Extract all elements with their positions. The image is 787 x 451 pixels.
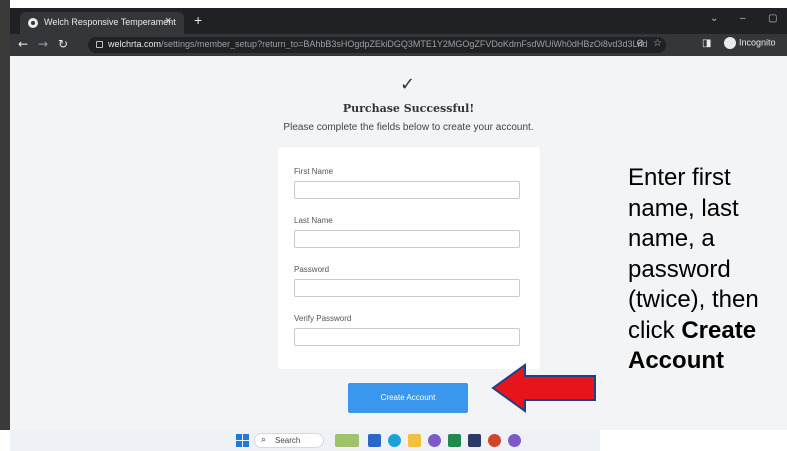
- word-icon[interactable]: [368, 434, 381, 447]
- url-path: /settings/member_setup?return_to=BAhbB3s…: [161, 39, 648, 49]
- incognito-icon: [724, 37, 736, 49]
- page-title: Purchase Successful!: [342, 102, 475, 115]
- bookmark-star-icon[interactable]: ☆: [653, 38, 662, 49]
- url-host: welchrta.com: [108, 39, 162, 49]
- tab-title: Welch Responsive Temperament: [44, 17, 176, 27]
- chrome-canary-icon[interactable]: [428, 434, 441, 447]
- password-label: Password: [294, 265, 330, 274]
- instruction-note: Enter first name, last name, a password …: [628, 163, 787, 377]
- verify-password-field[interactable]: [294, 328, 520, 346]
- red-arrow-icon: [491, 363, 596, 413]
- create-account-button[interactable]: Create Account: [348, 383, 468, 413]
- back-arrow-icon[interactable]: ←: [18, 37, 28, 51]
- pdf-reader-icon[interactable]: [468, 434, 481, 447]
- excel-icon[interactable]: [448, 434, 461, 447]
- password-field[interactable]: [294, 279, 520, 297]
- screenshot: Welch Responsive Temperament × + ⌄ – ▢ ←…: [0, 0, 787, 451]
- last-name-label: Last Name: [294, 216, 333, 225]
- tab-close-button[interactable]: ×: [165, 15, 171, 27]
- taskbar-search-placeholder: Search: [275, 436, 301, 445]
- taskbar: ⌕ Search: [10, 430, 600, 451]
- incognito-indicator[interactable]: Incognito: [724, 37, 776, 53]
- url-text: welchrta.com/settings/member_setup?retur…: [108, 39, 648, 49]
- search-icon: ⌕: [261, 435, 267, 445]
- address-bar[interactable]: welchrta.com/settings/member_setup?retur…: [88, 37, 666, 53]
- eye-off-icon[interactable]: ⊘: [636, 38, 644, 49]
- tab-search-chevron-icon[interactable]: ⌄: [710, 13, 718, 24]
- chrome-icon[interactable]: [508, 434, 521, 447]
- checkmark-icon: ✓: [400, 74, 416, 95]
- tab-bar: Welch Responsive Temperament × + ⌄ – ▢: [10, 8, 787, 34]
- minimize-icon[interactable]: –: [740, 13, 746, 24]
- edge-icon[interactable]: [388, 434, 401, 447]
- site-favicon-icon: [28, 18, 38, 28]
- maximize-icon[interactable]: ▢: [768, 13, 777, 24]
- powerpoint-icon[interactable]: [488, 434, 501, 447]
- browser-toolbar: ← → ↻ welchrta.com/settings/member_setup…: [10, 34, 787, 56]
- lock-icon: [96, 41, 103, 48]
- first-name-field[interactable]: [294, 181, 520, 199]
- taskbar-search-box[interactable]: ⌕ Search: [254, 433, 324, 448]
- page-subtitle: Please complete the fields below to crea…: [283, 122, 534, 133]
- verify-password-label: Verify Password: [294, 314, 352, 323]
- last-name-field[interactable]: [294, 230, 520, 248]
- incognito-label: Incognito: [739, 37, 776, 48]
- first-name-label: First Name: [294, 167, 334, 176]
- account-form: First Name Last Name Password Verify Pas…: [278, 147, 540, 369]
- new-tab-button[interactable]: +: [194, 12, 202, 28]
- side-panel-icon[interactable]: ◨: [702, 38, 711, 49]
- browser-tab[interactable]: Welch Responsive Temperament ×: [20, 12, 184, 34]
- background-window-edge: [0, 0, 10, 430]
- widgets-icon[interactable]: [335, 434, 359, 447]
- file-explorer-icon[interactable]: [408, 434, 421, 447]
- windows-start-icon[interactable]: [236, 434, 249, 447]
- reload-icon[interactable]: ↻: [58, 37, 68, 51]
- forward-arrow-icon[interactable]: →: [38, 37, 48, 51]
